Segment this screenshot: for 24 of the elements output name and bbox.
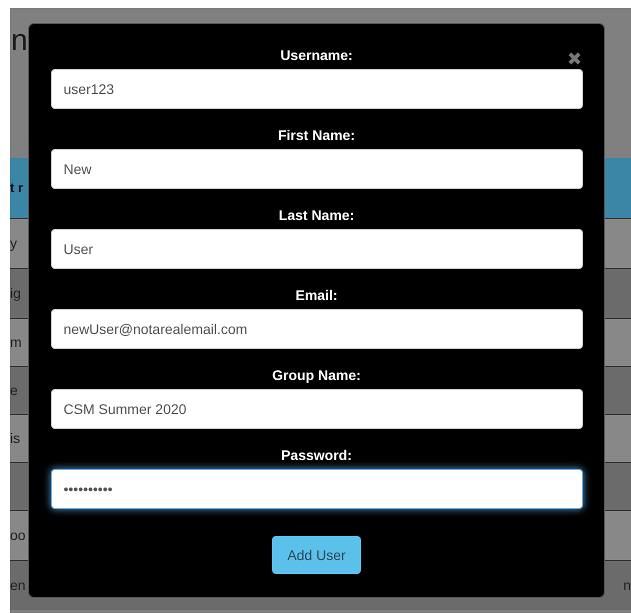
field-label: Email: [295,286,338,304]
input-field[interactable]: New [50,149,582,189]
table-header-cell-text: t r [10,179,23,198]
table-cell-text: n [623,576,631,595]
table-cell: is [10,430,20,446]
table-cell: e [10,382,18,398]
field-label: Username: [280,46,353,64]
table-cell: y [10,234,17,250]
add-user-button[interactable]: Add User [272,536,361,574]
table-cell: oo [10,526,26,542]
field-label: Group Name: [272,366,361,384]
input-field[interactable]: user123 [50,69,582,109]
table-cell: en [10,576,26,592]
input-field[interactable]: CSM Summer 2020 [50,389,582,429]
input-field[interactable]: User [50,229,582,269]
input-field[interactable]: •••••••••• [50,469,582,509]
field-label: First Name: [278,126,356,144]
table-cell: ig [10,284,21,300]
field-label: Last Name: [278,206,354,224]
field-label: Password: [281,446,352,464]
table-cell: m [10,334,22,350]
page-title: n [11,26,28,56]
input-field[interactable]: newUser@notarealemail.com [50,309,582,349]
close-button[interactable]: ✖ [567,50,582,68]
